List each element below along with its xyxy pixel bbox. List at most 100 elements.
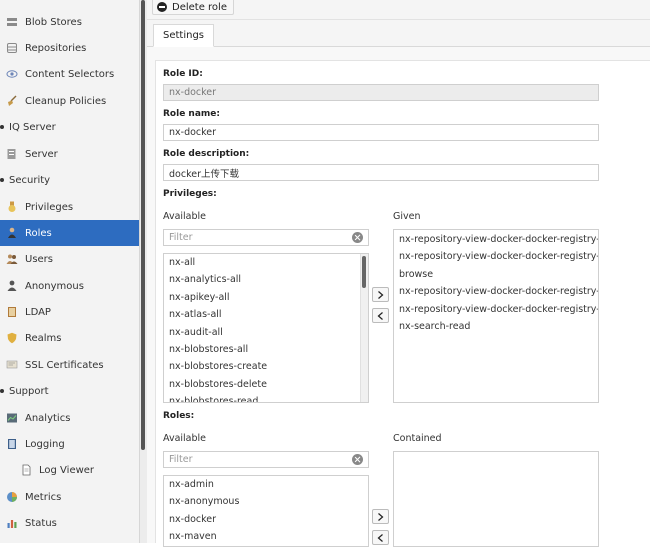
group-bullet-icon	[0, 178, 4, 182]
chevron-left-icon	[377, 311, 383, 320]
privileges-available-list[interactable]: nx-all nx-analytics-all nx-apikey-all nx-at…	[163, 253, 369, 403]
role-description-field[interactable]: docker上传下载	[163, 164, 599, 181]
sidebar-item-anonymous[interactable]: Anonymous	[0, 273, 139, 299]
sidebar-item-label: Security	[9, 174, 51, 186]
chart-icon	[6, 412, 18, 424]
shield-icon	[6, 332, 18, 344]
sidebar-item-label: Analytics	[25, 412, 71, 424]
privilege-list-item[interactable]: nx-apikey-all	[164, 289, 368, 306]
delete-role-button[interactable]: Delete role	[152, 0, 234, 15]
certificate-icon	[6, 359, 18, 371]
privileges-list-scrollbar[interactable]	[360, 254, 368, 402]
privilege-list-item[interactable]: nx-blobstores-delete	[164, 376, 368, 393]
tab-bar	[147, 20, 650, 47]
chevron-right-icon	[378, 512, 384, 521]
privileges-filter-input[interactable]: Filter	[163, 229, 369, 246]
roles-contained-list[interactable]	[393, 451, 599, 547]
given-privilege-list-item[interactable]: browse	[394, 266, 598, 283]
user-silhouette-icon	[6, 280, 18, 292]
sidebar-item-repositories[interactable]: Repositories	[0, 35, 139, 61]
role-name-field[interactable]: nx-docker	[163, 124, 599, 141]
role-list-item[interactable]: nx-docker	[164, 511, 368, 528]
add-role-button[interactable]	[372, 509, 389, 524]
sidebar-item-label: SSL Certificates	[25, 359, 104, 371]
chevron-right-icon	[378, 290, 384, 299]
roles-filter-input[interactable]: Filter	[163, 451, 369, 468]
privilege-list-item[interactable]: nx-blobstores-read	[164, 393, 368, 402]
sidebar-item-label: IQ Server	[9, 121, 56, 133]
sidebar-item-status[interactable]: Status	[0, 510, 139, 536]
sidebar-item-roles[interactable]: Roles	[0, 220, 139, 246]
users-icon	[6, 253, 18, 265]
sidebar-item-support[interactable]: Support	[0, 378, 139, 404]
sidebar-item-ldap[interactable]: LDAP	[0, 299, 139, 325]
log-book-icon	[6, 438, 18, 450]
sidebar-item-label: Server	[25, 148, 58, 160]
group-bullet-icon	[0, 389, 4, 393]
privileges-filter-placeholder: Filter	[169, 232, 193, 243]
role-list-item[interactable]: nx-admin	[164, 476, 368, 493]
role-name-label: Role name:	[163, 109, 220, 119]
user-tie-icon	[6, 227, 18, 239]
add-privilege-button[interactable]	[372, 287, 389, 302]
privileges-given-list[interactable]: nx-repository-view-docker-docker-registr…	[393, 229, 599, 403]
sidebar-item-cleanup-policies[interactable]: Cleanup Policies	[0, 88, 139, 114]
sidebar-item-log-viewer[interactable]: Log Viewer	[0, 457, 139, 483]
sidebar-scroll-thumb[interactable]	[141, 0, 145, 450]
database-icon	[6, 42, 18, 54]
role-id-label: Role ID:	[163, 69, 203, 79]
privileges-given-label: Given	[393, 211, 421, 222]
sidebar-item-label: Anonymous	[25, 280, 84, 292]
sidebar-item-label: Privileges	[25, 201, 74, 213]
sidebar-item-analytics[interactable]: Analytics	[0, 405, 139, 431]
remove-privilege-button[interactable]	[372, 308, 389, 323]
sidebar-item-content-selectors[interactable]: Content Selectors	[0, 61, 139, 87]
sidebar-item-label: Realms	[25, 332, 62, 344]
privilege-list-item[interactable]: nx-blobstores-all	[164, 341, 368, 358]
privilege-list-item[interactable]: nx-all	[164, 254, 368, 271]
sidebar-item-label: Status	[25, 517, 57, 529]
privilege-list-item[interactable]: nx-audit-all	[164, 324, 368, 341]
sidebar-item-server[interactable]: Server	[0, 141, 139, 167]
sidebar-item-users[interactable]: Users	[0, 246, 139, 272]
role-id-field: nx-docker	[163, 84, 599, 101]
delete-role-label: Delete role	[172, 1, 227, 13]
clear-filter-icon[interactable]	[352, 232, 363, 243]
sidebar-item-ssl-certificates[interactable]: SSL Certificates	[0, 352, 139, 378]
role-description-label: Role description:	[163, 149, 250, 159]
bar-chart-icon	[6, 517, 18, 529]
sidebar-item-iq-server[interactable]: IQ Server	[0, 114, 139, 140]
sidebar-item-logging[interactable]: Logging	[0, 431, 139, 457]
privilege-list-item[interactable]: nx-blobstores-create	[164, 358, 368, 375]
privilege-list-item[interactable]: nx-atlas-all	[164, 306, 368, 323]
sidebar-item-label: Metrics	[25, 491, 62, 503]
roles-available-list[interactable]: nx-admin nx-anonymous nx-docker nx-maven	[163, 475, 369, 547]
server-icon	[6, 16, 18, 28]
list-rows: nx-admin nx-anonymous nx-docker nx-maven	[164, 476, 368, 546]
sidebar-item-label: LDAP	[25, 306, 51, 318]
privileges-label: Privileges:	[163, 189, 217, 199]
given-privilege-list-item[interactable]: nx-search-read	[394, 318, 598, 335]
privileges-list-scroll-thumb[interactable]	[362, 256, 366, 288]
pie-icon	[6, 491, 18, 503]
given-privilege-list-item[interactable]: nx-repository-view-docker-docker-registr…	[394, 248, 598, 265]
sidebar-item-security[interactable]: Security	[0, 167, 139, 193]
roles-label: Roles:	[163, 411, 195, 421]
list-rows: nx-all nx-analytics-all nx-apikey-all nx-at…	[164, 254, 368, 402]
privileges-available-label: Available	[163, 211, 207, 222]
sidebar-item-label: Cleanup Policies	[25, 95, 107, 107]
given-privilege-list-item[interactable]: nx-repository-view-docker-docker-registr…	[394, 283, 598, 300]
sidebar-item-label: Roles	[25, 227, 52, 239]
sidebar-item-metrics[interactable]: Metrics	[0, 484, 139, 510]
given-privilege-list-item[interactable]: nx-repository-view-docker-docker-registr…	[394, 231, 598, 248]
sidebar-item-label: Log Viewer	[39, 464, 95, 476]
tab-settings[interactable]: Settings	[153, 24, 215, 47]
sidebar-item-privileges[interactable]: Privileges	[0, 194, 139, 220]
roles-contained-label: Contained	[393, 433, 442, 444]
privilege-list-item[interactable]: nx-analytics-all	[164, 271, 368, 288]
sidebar-item-realms[interactable]: Realms	[0, 325, 139, 351]
sidebar-item-blob-stores[interactable]: Blob Stores	[0, 9, 139, 35]
role-list-item[interactable]: nx-anonymous	[164, 493, 368, 510]
given-privilege-list-item[interactable]: nx-repository-view-docker-docker-registr…	[394, 301, 598, 318]
clear-filter-icon[interactable]	[352, 454, 363, 465]
